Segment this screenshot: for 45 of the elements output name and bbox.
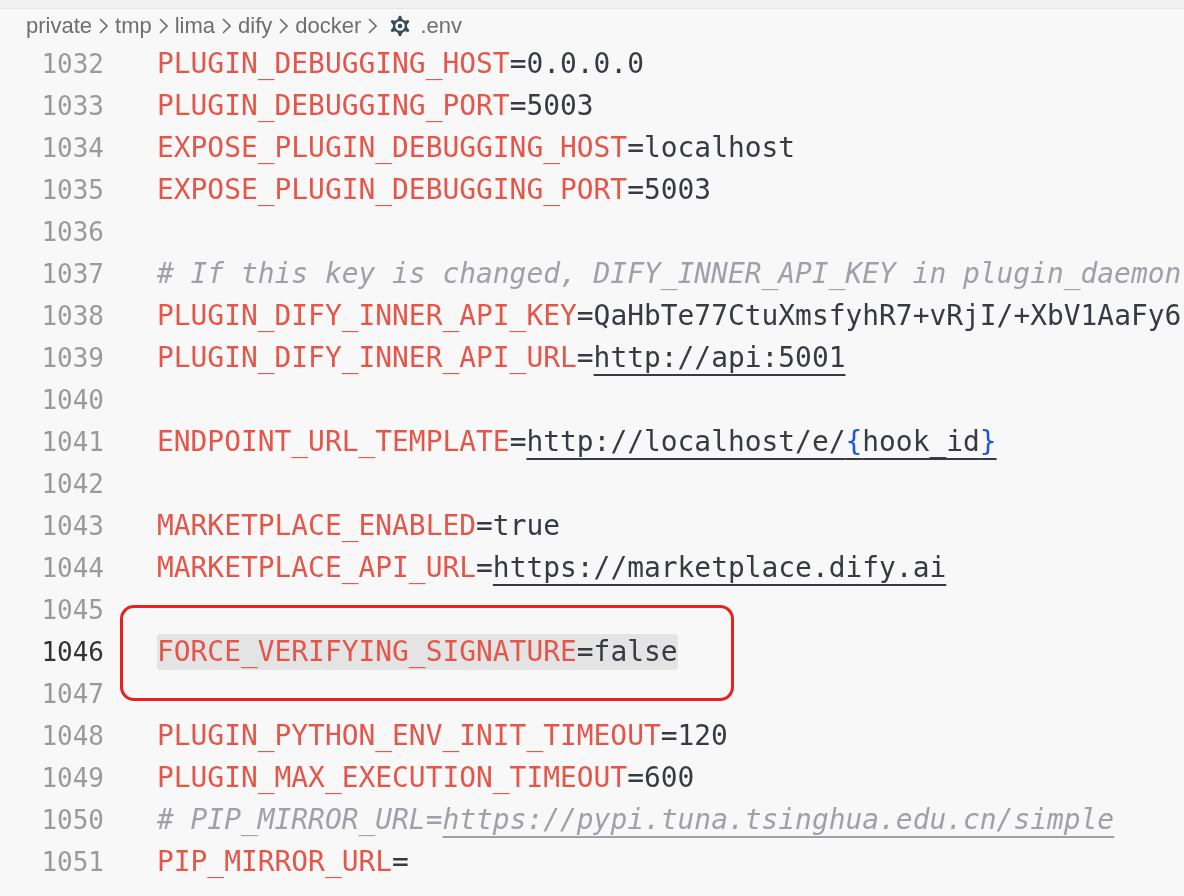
line-number: 1042 bbox=[40, 469, 104, 499]
line-number: 1033 bbox=[40, 91, 104, 121]
chevron-icon bbox=[222, 18, 232, 34]
chevron-icon bbox=[158, 18, 168, 34]
breadcrumb-item[interactable]: dify bbox=[238, 13, 273, 39]
line-number: 1050 bbox=[40, 805, 104, 835]
line-number: 1051 bbox=[40, 847, 104, 877]
code-line: PLUGIN_MAX_EXECUTION_TIMEOUT=600 bbox=[157, 760, 695, 796]
breadcrumb-item[interactable]: lima bbox=[174, 13, 216, 39]
code-line: EXPOSE_PLUGIN_DEBUGGING_HOST=localhost bbox=[157, 130, 796, 166]
line-number: 1035 bbox=[40, 175, 104, 205]
line-number: 1032 bbox=[40, 49, 104, 79]
line-number: 1046 bbox=[40, 637, 104, 667]
line-number: 1044 bbox=[40, 553, 104, 583]
line-number: 1041 bbox=[40, 427, 104, 457]
line-number: 1039 bbox=[40, 343, 104, 373]
line-number: 1045 bbox=[40, 595, 104, 625]
code-line: PIP_MIRROR_URL= bbox=[157, 844, 409, 880]
line-number: 1048 bbox=[40, 721, 104, 751]
line-number: 1043 bbox=[40, 511, 104, 541]
chevron-icon bbox=[99, 18, 109, 34]
line-number: 1034 bbox=[40, 133, 104, 163]
breadcrumb-item[interactable]: private bbox=[26, 13, 93, 39]
line-number: 1049 bbox=[40, 763, 104, 793]
code-comment: # If this key is changed, DIFY_INNER_API_KEY in plugin_daemon bbox=[157, 256, 1182, 292]
code-line: PLUGIN_DIFY_INNER_API_KEY=QaHbTe77CtuXmsfyhR7+vRjI/+XbV1AaFy6 bbox=[157, 298, 1182, 334]
line-number: 1037 bbox=[40, 259, 104, 289]
chevron-icon bbox=[368, 18, 378, 34]
code-comment: # PIP_MIRROR_URL=https://pypi.tuna.tsinghua.edu.cn/simple bbox=[157, 802, 1115, 838]
code-line: MARKETPLACE_ENABLED=true bbox=[157, 508, 560, 544]
code-line: PLUGIN_DEBUGGING_PORT=5003 bbox=[157, 88, 594, 124]
breadcrumb-item[interactable]: .env bbox=[420, 13, 462, 39]
code-line: PLUGIN_DEBUGGING_HOST=0.0.0.0 bbox=[157, 46, 644, 82]
line-number: 1040 bbox=[40, 385, 104, 415]
breadcrumb-item[interactable]: tmp bbox=[115, 13, 152, 39]
breadcrumb-item[interactable]: docker bbox=[295, 13, 362, 39]
code-line: MARKETPLACE_API_URL=https://marketplace.dify.ai bbox=[157, 550, 947, 586]
line-number: 1036 bbox=[40, 217, 104, 247]
code-line: PLUGIN_PYTHON_ENV_INIT_TIMEOUT=120 bbox=[157, 718, 728, 754]
line-number: 1047 bbox=[40, 679, 104, 709]
chevron-icon bbox=[279, 18, 289, 34]
code-line: PLUGIN_DIFY_INNER_API_URL=http://api:5001 bbox=[157, 340, 846, 376]
code-line: EXPOSE_PLUGIN_DEBUGGING_PORT=5003 bbox=[157, 172, 712, 208]
line-number: 1038 bbox=[40, 301, 104, 331]
code-line: ENDPOINT_URL_TEMPLATE=http://localhost/e/{hook_id} bbox=[157, 424, 997, 460]
